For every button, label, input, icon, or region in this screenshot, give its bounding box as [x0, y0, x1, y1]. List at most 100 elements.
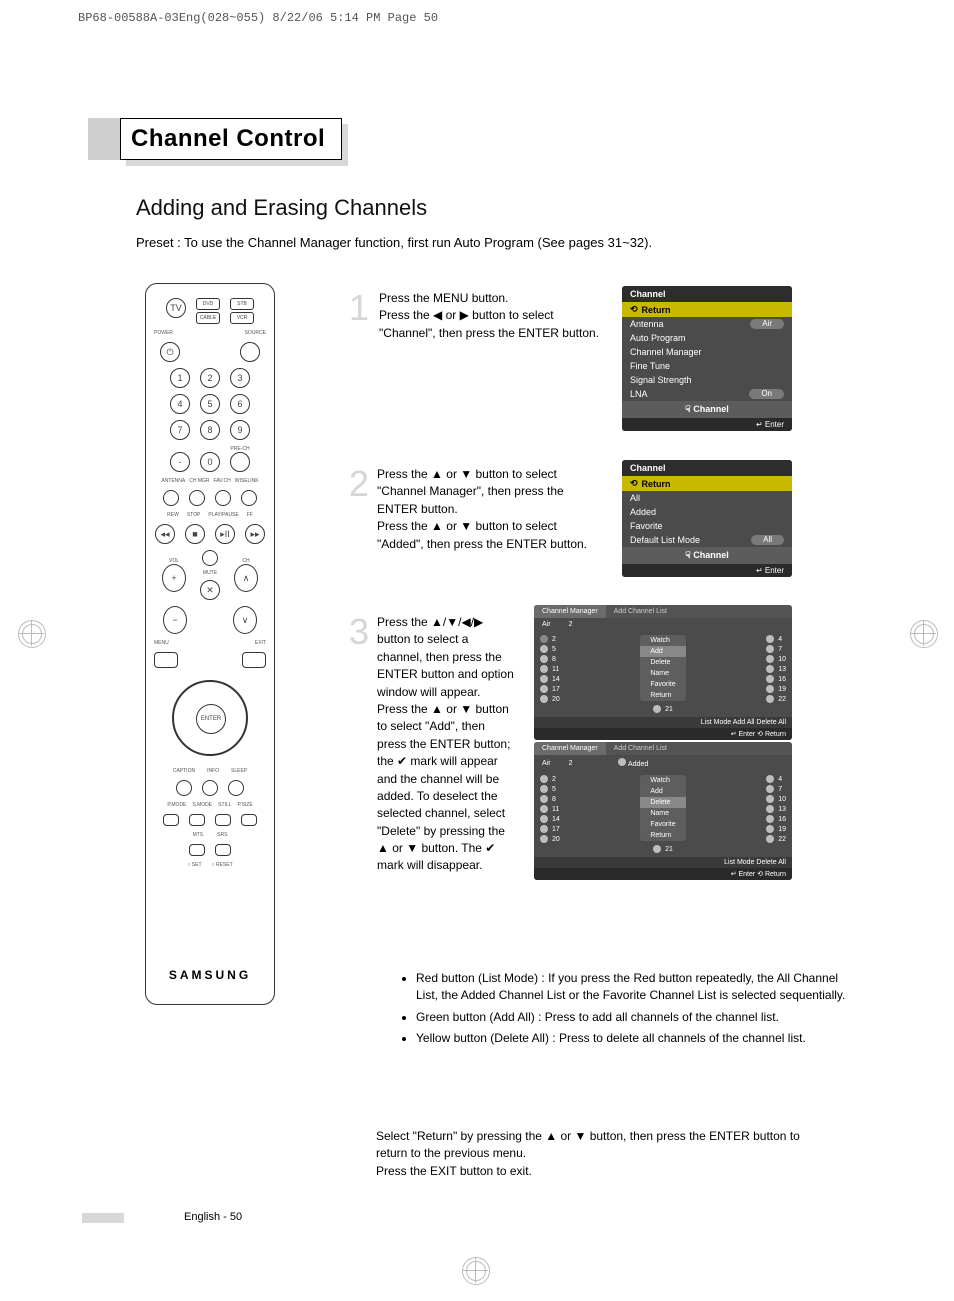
step-2-number: 2 — [349, 466, 369, 553]
grid2-foot1: List Mode Delete All — [534, 857, 792, 868]
remote-menu-label: MENU — [154, 640, 169, 646]
reg-mark-right — [910, 620, 936, 646]
grid2-r4: 16 — [778, 816, 786, 823]
remote-smode — [189, 814, 205, 826]
reg-mark-left — [18, 620, 44, 646]
grid1-air-label: Air — [542, 621, 551, 628]
select-return-text: Select "Return" by pressing the ▲ or ▼ b… — [376, 1128, 811, 1180]
remote-ff: ▸▸ — [245, 524, 265, 544]
preset-note: Preset : To use the Channel Manager func… — [136, 235, 652, 250]
osd-chmgr-delete: Channel ManagerAdd Channel List Air2 Add… — [534, 742, 792, 880]
remote-smode-label: S.MODE — [192, 802, 212, 808]
remote-num-3: 3 — [230, 368, 250, 388]
remote-ff-label: FF — [247, 512, 253, 518]
remote-mts-label: MTS — [193, 832, 204, 838]
grid1-foot2: ↵ Enter ⟲ Return — [534, 728, 792, 740]
osd2-title: Channel — [622, 460, 792, 476]
remote-info — [202, 780, 218, 796]
grid2-l1: 5 — [552, 786, 556, 793]
remote-vcr: VCR — [230, 312, 254, 324]
remote-stb: STB — [230, 298, 254, 310]
osd1-signal: Signal Strength — [630, 375, 692, 385]
osd1-return: ⟲Return — [622, 302, 792, 317]
remote-psize — [241, 814, 257, 826]
grid1-r0: 4 — [778, 636, 782, 643]
step-3-number: 3 — [349, 614, 369, 875]
step-3: 3 Press the ▲/▼/◀/▶ button to select a c… — [349, 614, 514, 875]
osd2-all: All — [630, 493, 640, 503]
remote-menu — [154, 652, 178, 668]
remote-srs-label: SRS — [217, 832, 227, 838]
remote-num-6: 6 — [230, 394, 250, 414]
remote-vol-up: + — [162, 564, 186, 592]
remote-ch-down: ∨ — [233, 606, 257, 634]
osd2-center: ☟ Channel — [622, 547, 792, 564]
remote-pmode — [163, 814, 179, 826]
remote-stop-label: STOP — [187, 512, 201, 518]
grid2-r6: 22 — [778, 836, 786, 843]
page-footer: English - 50 — [136, 1211, 242, 1223]
grid1-title-a: Channel Manager — [534, 605, 606, 618]
step-2: 2 Press the ▲ or ▼ button to select "Cha… — [349, 466, 604, 553]
grid2-r1: 7 — [778, 786, 782, 793]
remote-sleep — [228, 780, 244, 796]
osd-channel-manager: Channel ⟲Return All Added Favorite Defau… — [622, 460, 792, 577]
remote-brand: SAMSUNG — [146, 968, 274, 982]
hint-green: Green button (Add All) : Press to add al… — [416, 1009, 851, 1026]
remote-caption — [176, 780, 192, 796]
grid2-l2: 8 — [552, 796, 556, 803]
remote-psize-label: P.SIZE — [237, 802, 252, 808]
osd1-foot: ↵ Enter — [622, 418, 792, 431]
remote-num-1: 1 — [170, 368, 190, 388]
step-1-number: 1 — [349, 290, 369, 342]
grid1-menu-favorite: Favorite — [640, 679, 685, 690]
grid1-l6: 20 — [552, 696, 560, 703]
remote-wiselink — [241, 490, 257, 506]
grid1-r6: 22 — [778, 696, 786, 703]
remote-num-8: 8 — [200, 420, 220, 440]
grid2-popup-menu: Watch Add Delete Name Favorite Return — [640, 775, 685, 841]
grid2-l0: 2 — [552, 776, 556, 783]
osd1-center: ☟ Channel — [622, 401, 792, 418]
remote-tv: TV — [166, 298, 186, 318]
remote-prech — [230, 452, 250, 472]
grid1-menu-add: Add — [640, 646, 685, 657]
osd1-finetune: Fine Tune — [630, 361, 670, 371]
remote-still-label: STILL — [218, 802, 231, 808]
remote-wiselink-label: WISELINK — [235, 478, 259, 484]
remote-reset-label: ○ RESET — [212, 862, 233, 868]
grid2-l3: 11 — [552, 806, 559, 813]
grid2-r0: 4 — [778, 776, 782, 783]
remote-info-label: INFO — [207, 768, 219, 774]
osd1-autoprogram: Auto Program — [630, 333, 686, 343]
remote-num-7: 7 — [170, 420, 190, 440]
remote-dvd: DVD — [196, 298, 220, 310]
osd2-foot: ↵ Enter — [622, 564, 792, 577]
remote-rew-label: REW — [167, 512, 179, 518]
grid2-air-label: Air — [542, 760, 551, 767]
remote-mute-label: MUTE — [203, 570, 217, 576]
grid2-r2: 10 — [778, 796, 786, 803]
section-title: Channel Control — [88, 118, 342, 160]
grid2-air-val: 2 — [569, 760, 573, 767]
grid1-menu-watch: Watch — [640, 635, 685, 646]
grid2-l4: 14 — [552, 816, 560, 823]
grid1-l2: 8 — [552, 656, 556, 663]
grid2-l5: 17 — [552, 826, 560, 833]
remote-vol-down: − — [163, 606, 187, 634]
grid2-added-label: Added — [628, 761, 648, 768]
remote-dpad: ENTER — [172, 680, 248, 756]
grid2-col-left: 2 5 8 11 14 17 20 — [540, 775, 560, 853]
grid1-l5: 17 — [552, 686, 560, 693]
hint-red: Red button (List Mode) : If you press th… — [416, 970, 851, 1005]
grid2-title-b: Add Channel List — [606, 742, 675, 755]
remote-source-label: SOURCE — [245, 330, 266, 336]
remote-num-9: 9 — [230, 420, 250, 440]
grid2-mid: 21 — [665, 846, 673, 853]
osd1-antenna-val: Air — [750, 319, 784, 329]
grid2-foot2: ↵ Enter ⟲ Return — [534, 868, 792, 880]
remote-mts — [189, 844, 205, 856]
section-title-text: Channel Control — [131, 125, 325, 152]
step-3-text: Press the ▲/▼/◀/▶ button to select a cha… — [377, 614, 514, 875]
remote-caption-label: CAPTION — [173, 768, 195, 774]
